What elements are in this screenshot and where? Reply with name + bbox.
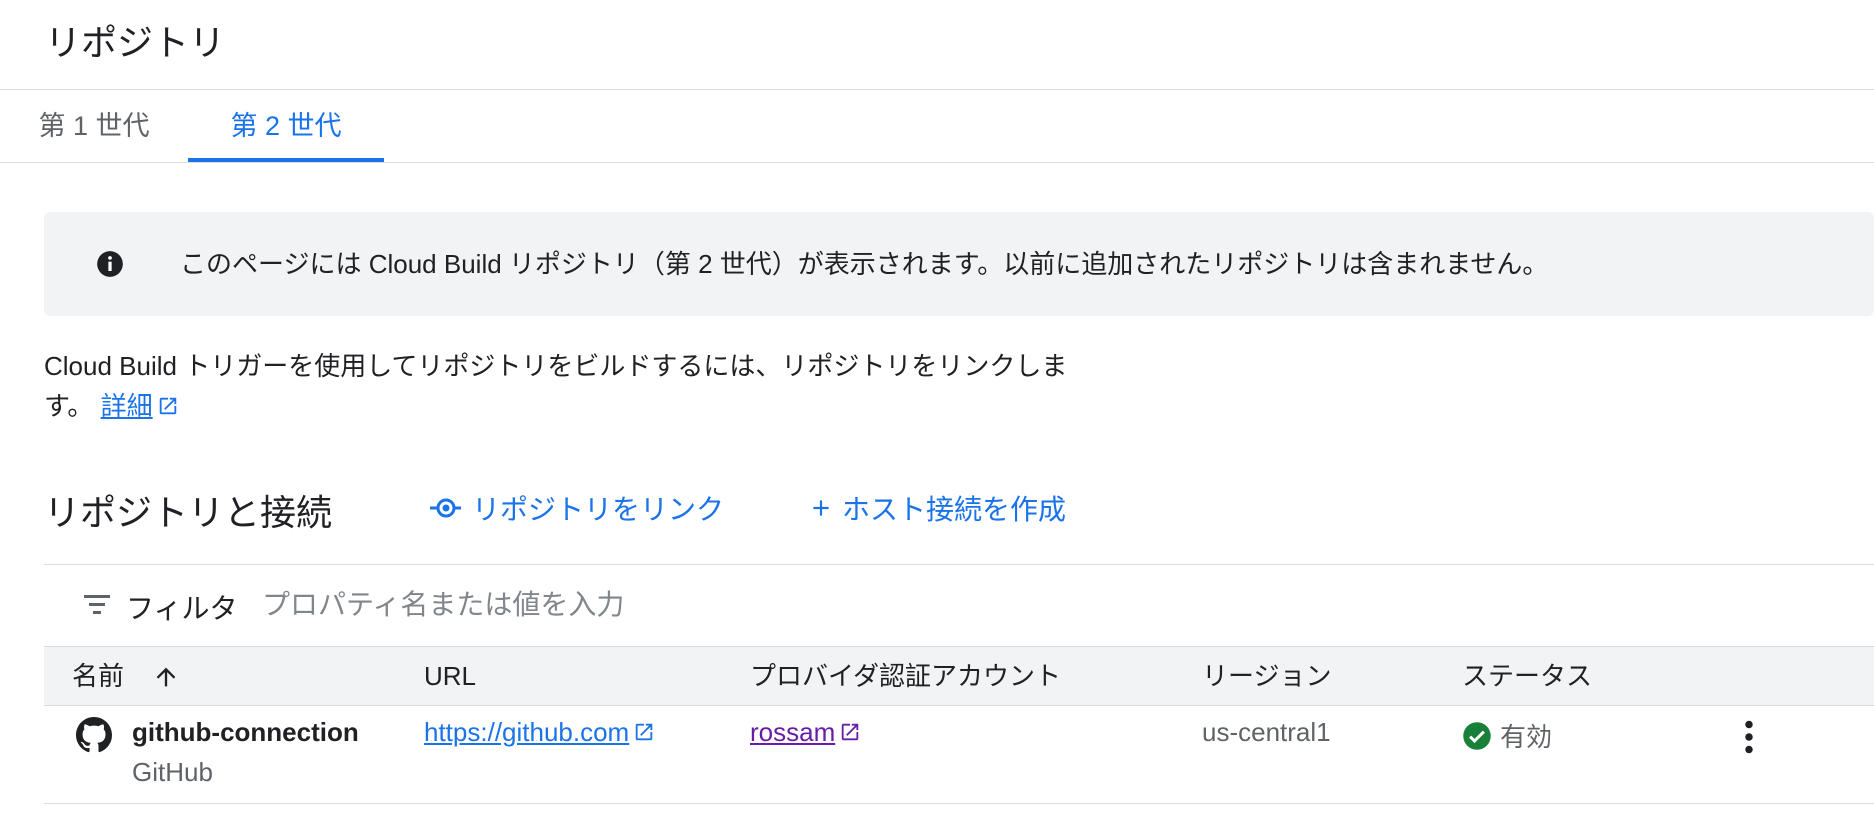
link-repository-button[interactable]: リポジトリをリンク bbox=[428, 488, 724, 528]
filter-input[interactable] bbox=[260, 579, 1764, 631]
learn-more-link[interactable]: 詳細 bbox=[101, 391, 153, 421]
description: Cloud Build トリガーを使用してリポジトリをビルドするには、リポジトリ… bbox=[44, 346, 1094, 426]
column-header-region: リージョン bbox=[1202, 661, 1332, 691]
description-text: Cloud Build トリガーを使用してリポジトリをビルドするには、リポジトリ… bbox=[44, 351, 1068, 421]
filter-bar: フィルタ bbox=[44, 564, 1874, 647]
tab-gen-2-label: 第 2 世代 bbox=[230, 111, 342, 141]
filter-label: フィルタ bbox=[126, 593, 238, 624]
column-header-provider-account: プロバイダ認証アカウント bbox=[750, 661, 1061, 691]
external-link-icon bbox=[159, 397, 176, 415]
tab-gen-2[interactable]: 第 2 世代 bbox=[188, 90, 384, 162]
provider-account-text: rossam bbox=[750, 717, 836, 747]
info-banner: このページには Cloud Build リポジトリ（第 2 世代）が表示されます… bbox=[44, 212, 1874, 316]
learn-more-label: 詳細 bbox=[100, 391, 153, 421]
section-title: リポジトリと接続 bbox=[44, 492, 333, 533]
page-title: リポジトリ bbox=[45, 22, 226, 63]
column-header-name[interactable]: 名前 bbox=[72, 647, 124, 705]
table-row: github-connection GitHub https://github.… bbox=[44, 705, 1874, 804]
more-actions-icon[interactable] bbox=[1734, 717, 1764, 757]
filter-icon bbox=[84, 595, 110, 614]
link-repository-icon bbox=[430, 498, 461, 518]
repository-url-link[interactable]: https://github.com bbox=[424, 717, 655, 748]
connection-provider: GitHub bbox=[132, 757, 213, 787]
create-host-connection-label: ホスト接続を作成 bbox=[842, 494, 1067, 525]
create-host-connection-button[interactable]: ホスト接続を作成 bbox=[808, 488, 1066, 528]
status-value: 有効 bbox=[1462, 717, 1552, 754]
region-value: us-central1 bbox=[1202, 717, 1331, 747]
tab-gen-1[interactable]: 第 1 世代 bbox=[0, 90, 188, 162]
check-circle-icon bbox=[1463, 721, 1491, 750]
repository-url-text: https://github.com bbox=[424, 717, 630, 747]
tabs-divider bbox=[0, 162, 1874, 163]
column-header-status: ステータス bbox=[1462, 661, 1593, 691]
plus-icon bbox=[813, 500, 829, 516]
link-repository-label: リポジトリをリンク bbox=[472, 494, 725, 525]
column-header-url: URL bbox=[424, 661, 477, 691]
table-header: 名前 URL プロバイダ認証アカウント リージョン ステータス bbox=[44, 646, 1874, 706]
info-icon bbox=[97, 251, 123, 277]
connection-name[interactable]: github-connection bbox=[132, 717, 359, 748]
info-banner-text: このページには Cloud Build リポジトリ（第 2 世代）が表示されます… bbox=[180, 249, 1549, 279]
github-icon bbox=[76, 717, 112, 753]
status-text: 有効 bbox=[1500, 722, 1553, 752]
sort-ascending-icon[interactable] bbox=[152, 663, 180, 691]
external-link-icon bbox=[635, 723, 653, 741]
provider-account-link[interactable]: rossam bbox=[750, 717, 861, 748]
tab-bar: 第 1 世代 第 2 世代 bbox=[0, 90, 1874, 162]
external-link-icon bbox=[842, 723, 859, 741]
